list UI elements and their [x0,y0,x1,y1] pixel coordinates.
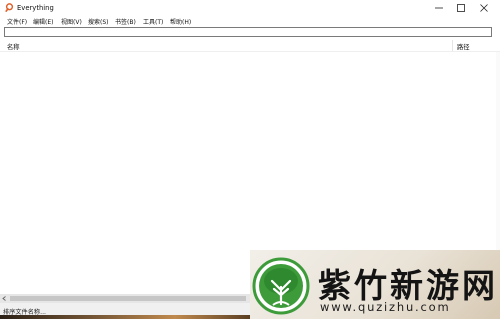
column-header-name[interactable]: 名称 [7,42,20,51]
results-header: 名称 路径 [0,40,500,52]
menu-bookmarks[interactable]: 书签(B) [115,17,136,26]
menu-bar: 文件(F) 编辑(E) 视图(V) 搜索(S) 书签(B) 工具(T) 帮助(H… [0,15,500,27]
title-bar[interactable]: Everything [0,0,500,15]
minimize-icon [435,7,443,8]
menu-view[interactable]: 视图(V) [61,17,82,26]
menu-help[interactable]: 帮助(H) [170,17,191,26]
desktop-background [0,315,250,319]
horizontal-scrollbar[interactable] [0,294,250,303]
everything-window: Everything 文件(F) 编辑(E) 视图(V) 搜索(S) 书签(B)… [0,0,500,319]
scroll-left-arrow-icon[interactable] [0,294,9,303]
menu-search[interactable]: 搜索(S) [88,17,109,26]
window-title: Everything [17,3,54,12]
menu-tools[interactable]: 工具(T) [143,17,163,26]
close-button[interactable] [473,0,495,15]
tree-logo-icon [252,257,310,315]
horizontal-scroll-thumb[interactable] [10,296,246,301]
everything-app-icon [5,3,14,12]
minimize-button[interactable] [428,0,450,15]
column-header-path[interactable]: 路径 [457,42,470,51]
menu-file[interactable]: 文件(F) [7,17,27,26]
maximize-button[interactable] [450,0,472,15]
close-icon [480,3,488,12]
maximize-icon [457,3,465,12]
search-input[interactable] [4,27,492,37]
menu-edit[interactable]: 编辑(E) [33,17,53,26]
column-divider[interactable] [452,40,453,51]
watermark-url: www.quzizhu.com [320,300,451,314]
